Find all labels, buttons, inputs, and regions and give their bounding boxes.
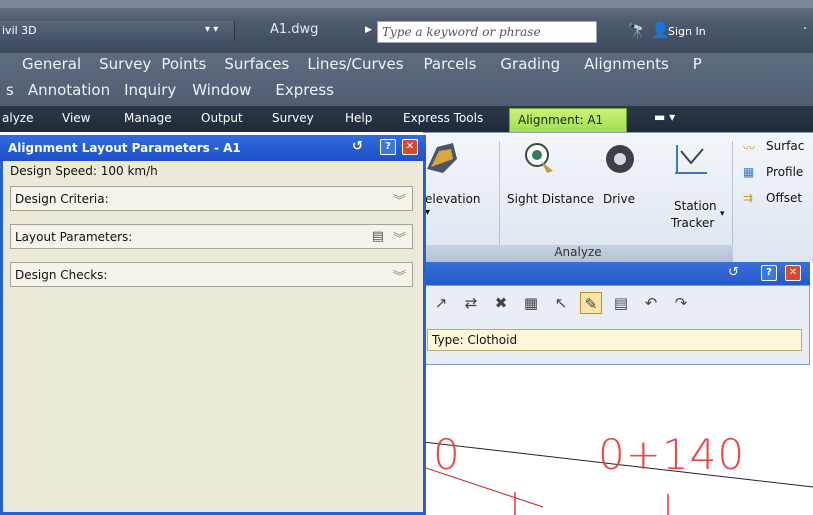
menu-grading[interactable]: Grading (500, 55, 560, 73)
tab-help[interactable]: Help (345, 111, 372, 125)
undo-icon[interactable]: ↶ (640, 292, 662, 314)
ribbon-separator-2 (732, 141, 733, 261)
tab-view[interactable]: View (62, 111, 90, 125)
menu-survey[interactable]: Survey (99, 55, 151, 73)
sight-distance-label[interactable]: Sight Distance (507, 192, 594, 206)
menu-lines-curves[interactable]: Lines/Curves (307, 55, 403, 73)
offset-icon[interactable]: ⇉ (743, 191, 753, 205)
tab-express-tools[interactable]: Express Tools (403, 111, 483, 125)
help-icon[interactable]: ? (761, 265, 777, 281)
layout-tools-icons: ↗ ⇄ ✖ ▦ ↖ ✎ ▤ ↶ ↷ (430, 292, 692, 314)
workspace-combo[interactable]: ivil 3D ▾ ▾ (0, 21, 235, 41)
design-criteria-row[interactable]: Design Criteria: ︾ (10, 186, 413, 211)
station-label: 0+140 (598, 430, 746, 479)
draw-curve-icon[interactable]: ↗ (430, 292, 452, 314)
menu-row-1: General Survey Points Surfaces Lines/Cur… (22, 55, 702, 73)
menu-annotation[interactable]: Annotation (28, 81, 110, 99)
menu-surfaces[interactable]: Surfaces (224, 55, 289, 73)
user-icon[interactable]: 👤 (651, 21, 670, 39)
table-view-icon[interactable]: ▤ (372, 229, 384, 244)
surface-icon[interactable]: 〰 (743, 139, 755, 156)
tab-manage[interactable]: Manage (124, 111, 172, 125)
drive-label[interactable]: Drive (603, 192, 635, 206)
offset-label[interactable]: Offset (766, 191, 802, 205)
expand-arrow-icon[interactable]: ▶ (365, 25, 372, 35)
ribbon-separator (499, 141, 500, 261)
chevron-down-icon[interactable]: ▾ ▾ (205, 24, 218, 35)
menu-row-2: s Annotation Inquiry Window Express (6, 81, 334, 99)
panel-title-bar[interactable]: Alignment Layout Parameters - A1 ↺ ? ✕ (0, 135, 426, 161)
surface-label[interactable]: Surfac (766, 139, 804, 153)
menu-parcels[interactable]: Parcels (424, 55, 477, 73)
document-filename: A1.dwg (270, 22, 319, 37)
menu-inquiry[interactable]: Inquiry (124, 81, 176, 99)
tracker-dropdown-icon[interactable]: ▾ (720, 209, 725, 219)
sign-in-link[interactable]: Sign In (668, 25, 706, 38)
ribbon-panel: elevation ▾ Sight Distance Drive Station… (423, 132, 813, 262)
chevron-double-down-icon[interactable]: ︾ (393, 266, 406, 285)
toolbar-title-bar[interactable]: ↺ ? ✕ (423, 262, 810, 285)
autohide-icon[interactable]: ↺ (728, 265, 739, 280)
chevron-double-down-icon[interactable]: ︾ (393, 228, 406, 247)
pick-entity-icon[interactable]: ↖ (550, 292, 572, 314)
tab-overflow-icon[interactable]: ▬ ▾ (654, 110, 675, 124)
title-bar-more-icon[interactable]: · (803, 22, 807, 37)
profile-label[interactable]: Profile (766, 165, 803, 179)
elevation-label[interactable]: elevation (425, 192, 481, 206)
search-input[interactable]: Type a keyword or phrase (377, 21, 597, 43)
design-checks-row[interactable]: Design Checks: ︾ (10, 262, 413, 287)
edit-parameters-icon[interactable]: ✎ (580, 292, 602, 314)
menu-truncated-left[interactable]: s (6, 81, 14, 99)
delete-entity-icon[interactable]: ✖ (490, 292, 512, 314)
tab-analyze[interactable]: alyze (2, 111, 33, 125)
analyze-group-label: Analyze (554, 245, 602, 259)
close-icon[interactable]: ✕ (785, 265, 801, 281)
menu-points[interactable]: Points (161, 55, 206, 73)
workspace-name: ivil 3D (2, 24, 37, 37)
menu-express[interactable]: Express (275, 81, 334, 99)
panel-help-icon[interactable]: ? (380, 139, 396, 155)
redo-icon[interactable]: ↷ (670, 292, 692, 314)
panel-autohide-icon[interactable]: ↺ (352, 139, 363, 154)
design-criteria-label: Design Criteria: (15, 192, 109, 206)
analyze-group-bar: Analyze (423, 245, 733, 262)
layout-parameters-row[interactable]: Layout Parameters: ▤ ︾ (10, 224, 413, 249)
tab-output[interactable]: Output (201, 111, 243, 125)
tab-survey[interactable]: Survey (272, 111, 314, 125)
station-label[interactable]: Station (674, 199, 717, 213)
tab-alignment-a1[interactable]: Alignment: A1 (509, 108, 627, 135)
chevron-double-down-icon[interactable]: ︾ (393, 190, 406, 209)
tracker-label[interactable]: Tracker (671, 216, 714, 230)
menu-alignments[interactable]: Alignments (584, 55, 669, 73)
grid-view-icon[interactable]: ▦ (520, 292, 542, 314)
drive-icon[interactable] (604, 143, 636, 175)
menu-general[interactable]: General (22, 55, 81, 73)
panel-close-icon[interactable]: ✕ (402, 139, 418, 155)
profile-icon[interactable]: ▦ (743, 165, 754, 179)
design-speed-label: Design Speed: 100 km/h (10, 164, 158, 178)
panel-title: Alignment Layout Parameters - A1 (8, 141, 241, 155)
table-icon[interactable]: ▤ (610, 292, 632, 314)
type-field[interactable]: Type: Clothoid (427, 329, 802, 351)
station-tracker-icon[interactable] (673, 141, 709, 177)
menu-window[interactable]: Window (192, 81, 251, 99)
reverse-curve-icon[interactable]: ⇄ (460, 292, 482, 314)
layout-parameters-label: Layout Parameters: (15, 230, 133, 244)
station-label-left: 0 (433, 430, 460, 479)
binoculars-icon[interactable]: 🔭 (628, 22, 647, 40)
title-bar-top-strip (0, 0, 813, 8)
elevation-icon[interactable] (423, 139, 459, 179)
design-checks-label: Design Checks: (15, 268, 108, 282)
menu-truncated[interactable]: P (693, 55, 702, 73)
sight-distance-icon[interactable] (523, 141, 559, 175)
